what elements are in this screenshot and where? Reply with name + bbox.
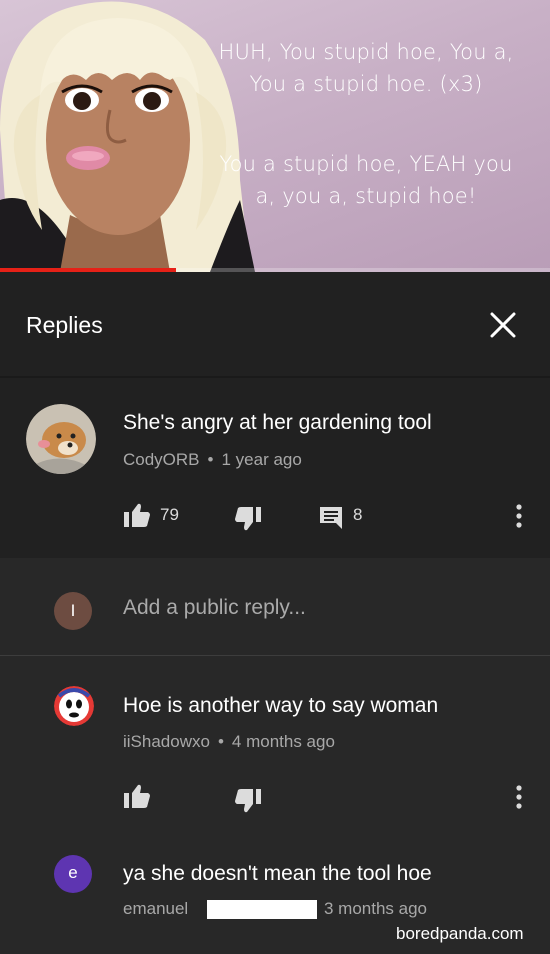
replies-title: Replies [26, 312, 103, 338]
comment-author[interactable]: CodyORB [123, 450, 200, 469]
close-icon[interactable] [486, 308, 520, 342]
divider [0, 376, 550, 378]
more-options-icon[interactable] [512, 784, 526, 810]
lyrics-line: a, you a, stupid hoe! [255, 184, 477, 208]
comment-text: Hoe is another way to say woman [123, 694, 439, 717]
separator-dot: • [207, 450, 214, 469]
lyrics-line: You a stupid hoe. (x3) [249, 72, 483, 96]
divider [0, 655, 550, 656]
comment-author[interactable]: iiShadowxo [123, 732, 210, 751]
redaction-box [207, 900, 317, 919]
avatar[interactable] [54, 686, 94, 726]
like-count: 79 [160, 505, 179, 524]
watermark: boredpanda.com [396, 924, 524, 943]
comment-text: ya she doesn't mean the tool hoe [123, 862, 432, 885]
avatar[interactable] [26, 404, 96, 474]
thumbs-down-icon[interactable] [234, 506, 262, 532]
lyrics-line: You a stupid hoe, YEAH you [219, 152, 513, 176]
comment-author[interactable]: emanuel [123, 899, 188, 919]
replies-header: Replies [0, 272, 550, 376]
reply-count: 8 [353, 505, 363, 524]
lyrics-line: HUH, You stupid hoe, You a, [218, 40, 514, 64]
avatar[interactable]: e [54, 855, 92, 893]
thumbs-up-icon[interactable] [123, 502, 151, 528]
comment-time: 3 months ago [324, 899, 428, 918]
thumbs-down-icon[interactable] [234, 788, 262, 814]
comment-meta: CodyORB • 1 year ago [123, 450, 302, 470]
comment-time: 4 months ago [231, 732, 335, 751]
reply-input[interactable]: Add a public reply... [123, 596, 306, 620]
avatar: I [54, 592, 92, 630]
more-options-icon[interactable] [512, 503, 526, 529]
separator-dot: • [217, 732, 224, 751]
comment-time: 1 year ago [221, 450, 302, 469]
comment-meta: iiShadowxo • 4 months ago [123, 732, 335, 752]
video-player[interactable]: HUH, You stupid hoe, You a, You a stupid… [0, 0, 550, 272]
lyrics-verse-2: You a stupid hoe, YEAH you a, you a, stu… [196, 148, 536, 212]
comment-text: She's angry at her gardening tool [123, 411, 432, 434]
reply-count-icon[interactable] [318, 505, 344, 530]
thumbs-up-icon[interactable] [123, 783, 151, 809]
lyrics-verse-1: HUH, You stupid hoe, You a, You a stupid… [196, 36, 536, 100]
